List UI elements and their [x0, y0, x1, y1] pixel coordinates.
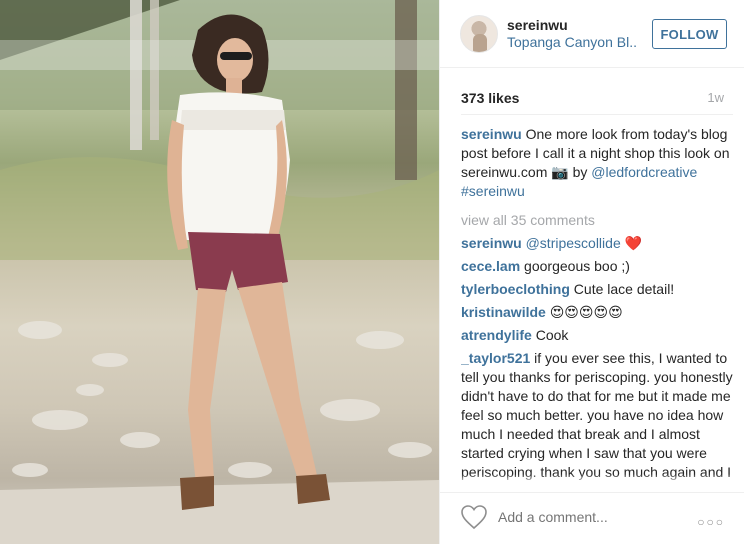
- list-item: cece.lam goorgeous boo ;): [461, 257, 733, 276]
- like-count[interactable]: 373 likes: [461, 90, 519, 106]
- comment-username[interactable]: cece.lam: [461, 258, 520, 274]
- list-item: atrendylife Cook: [461, 326, 733, 345]
- caption-hashtag[interactable]: #sereinwu: [461, 183, 525, 199]
- post-header: sereinwu Topanga Canyon Bl... FOLLOW: [440, 0, 744, 68]
- comment-username[interactable]: _taylor521: [461, 350, 530, 366]
- comment-username[interactable]: tylerboeclothing: [461, 281, 570, 297]
- comment-text: goorgeous boo ;): [520, 258, 630, 274]
- comment-text: Cook: [531, 327, 569, 343]
- comment-username[interactable]: kristinawilde: [461, 304, 546, 320]
- comments-list[interactable]: sereinwu One more look from today's blog…: [461, 114, 733, 484]
- avatar[interactable]: [460, 15, 498, 53]
- post-caption: sereinwu One more look from today's blog…: [461, 125, 733, 201]
- list-item: _taylor521 if you ever see this, I wante…: [461, 349, 733, 484]
- post-location[interactable]: Topanga Canyon Bl...: [507, 34, 637, 50]
- comment-mention[interactable]: @stripescollide: [526, 235, 621, 251]
- post-username[interactable]: sereinwu: [507, 17, 568, 33]
- comment-text: Cute lace detail!: [569, 281, 675, 297]
- view-all-comments-link[interactable]: view all 35 comments: [461, 211, 733, 230]
- heart-emoji-icon: ❤️: [624, 235, 643, 251]
- post-details-panel: sereinwu Topanga Canyon Bl... FOLLOW 373…: [439, 0, 744, 544]
- comment-input[interactable]: [498, 509, 678, 525]
- more-options-icon[interactable]: ○○○: [697, 515, 725, 529]
- post-photo[interactable]: [0, 0, 439, 544]
- list-item: tylerboeclothing Cute lace detail!: [461, 280, 733, 299]
- comment-text: 😍😍😍😍😍: [545, 304, 623, 320]
- list-item: sereinwu @stripescollide ❤️: [461, 234, 733, 253]
- photo-illustration: [0, 0, 439, 544]
- follow-button[interactable]: FOLLOW: [652, 19, 727, 49]
- comment-username[interactable]: atrendylife: [461, 327, 532, 343]
- caption-username[interactable]: sereinwu: [461, 126, 522, 142]
- heart-outline-icon[interactable]: [460, 504, 488, 530]
- post-age[interactable]: 1w: [707, 90, 724, 105]
- comment-bar: ○○○: [440, 492, 744, 544]
- scroll-fade: [461, 474, 733, 484]
- caption-text-2: by: [568, 164, 592, 180]
- comment-text: if you ever see this, I wanted to tell y…: [461, 350, 733, 484]
- list-item: kristinawilde 😍😍😍😍😍: [461, 303, 733, 322]
- comment-username[interactable]: sereinwu: [461, 235, 522, 251]
- camera-icon: 📷: [551, 164, 569, 180]
- caption-mention[interactable]: @ledfordcreative: [591, 164, 697, 180]
